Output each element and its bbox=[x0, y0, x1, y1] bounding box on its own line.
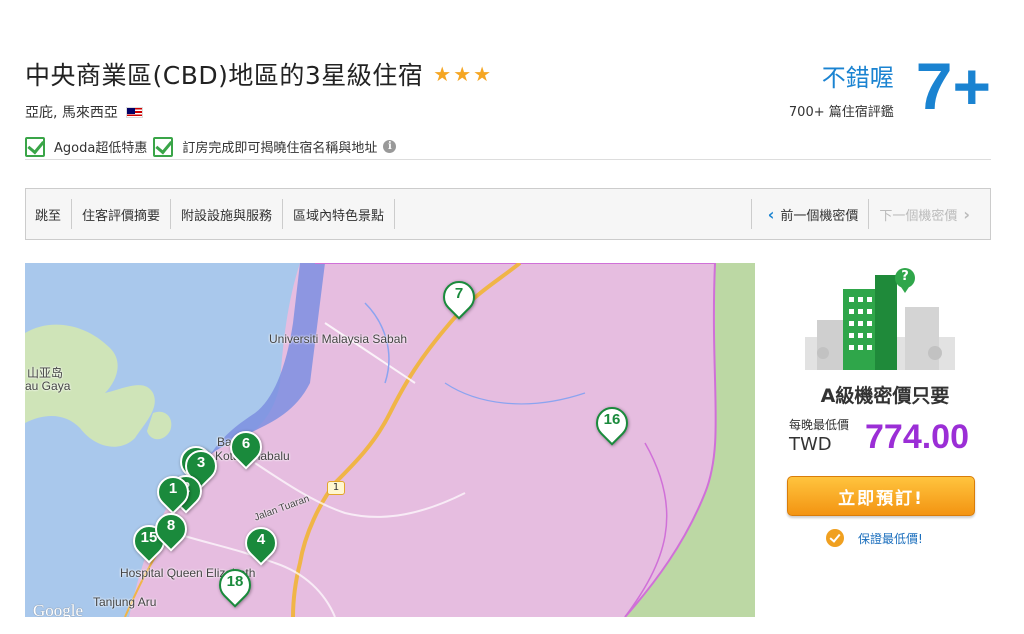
chevron-left-icon: ‹ bbox=[767, 204, 775, 224]
hotel-title: 中央商業區(CBD)地區的3星級住宿 bbox=[25, 61, 424, 90]
nav-jump-to-label: 跳至 bbox=[26, 199, 73, 229]
checkbox-icon bbox=[153, 136, 174, 157]
google-logo: Google bbox=[33, 601, 84, 617]
feature-agoda-deal: Agoda超低特惠 bbox=[25, 136, 148, 157]
pin-number: 7 bbox=[454, 285, 464, 302]
hotel-header: 中央商業區(CBD)地區的3星級住宿 ★ ★ ★ 亞庇, 馬來西亞 不錯喔 70… bbox=[25, 49, 991, 126]
best-price-guarantee-link[interactable]: 保證最低價! bbox=[826, 529, 923, 547]
nav-link-facilities[interactable]: 附設設施與服務 bbox=[171, 199, 284, 229]
pin-number: 6 bbox=[241, 435, 251, 452]
feature-reveal-after-booking: 訂房完成即可揭曉住宿名稱與地址 i bbox=[153, 136, 397, 157]
pin-number: 8 bbox=[166, 517, 176, 534]
next-deal-label: 下一個機密價 bbox=[879, 208, 958, 224]
nav-link-reviews[interactable]: 住客評價摘要 bbox=[72, 199, 172, 229]
star-icon: ★ bbox=[453, 62, 472, 86]
prev-deal-button[interactable]: ‹ 前一個機密價 bbox=[750, 199, 869, 229]
map-pin-4[interactable]: 4 bbox=[238, 520, 284, 567]
map-label-tanjung-aru: Tanjung Aru bbox=[93, 595, 157, 609]
question-mark-icon: ? bbox=[901, 269, 909, 284]
pin-number: 3 bbox=[196, 454, 206, 471]
pin-number: 16 bbox=[603, 411, 621, 428]
feature-label: Agoda超低特惠 bbox=[54, 141, 148, 156]
nav-link-attractions[interactable]: 區域內特色景點 bbox=[283, 199, 396, 229]
map-pin-8[interactable]: 8 bbox=[148, 506, 194, 553]
book-now-button[interactable]: 立即預訂! bbox=[787, 476, 975, 516]
pin-number: 18 bbox=[226, 573, 244, 590]
guarantee-check-icon bbox=[826, 529, 844, 547]
star-rating: ★ ★ ★ bbox=[433, 64, 491, 84]
secret-deal-panel: ? A級機密價只要 每晚最低價 TWD 774.00 立即預訂! 保證最低價! bbox=[780, 263, 990, 563]
prev-deal-label: 前一個機密價 bbox=[780, 208, 859, 224]
hidden-hotel-building-icon bbox=[805, 268, 955, 370]
feature-list: Agoda超低特惠 訂房完成即可揭曉住宿名稱與地址 i bbox=[25, 136, 991, 160]
section-nav: 跳至 住客評價摘要 附設設施與服務 區域內特色景點 ‹ 前一個機密價 下一個機密… bbox=[25, 188, 991, 240]
map-label-ums: Universiti Malaysia Sabah bbox=[269, 332, 408, 346]
pin-number: 4 bbox=[256, 531, 266, 548]
route-1-badge: 1 bbox=[327, 481, 345, 495]
map-pin-18[interactable]: 18 bbox=[212, 562, 258, 609]
star-icon: ★ bbox=[433, 62, 452, 86]
map-pin-6[interactable]: 6 bbox=[223, 424, 269, 471]
review-rating[interactable]: 不錯喔 700+ 篇住宿評鑑 7+ bbox=[789, 49, 991, 123]
rating-score: 7+ bbox=[915, 49, 991, 123]
price-currency: TWD bbox=[789, 434, 832, 455]
guarantee-label: 保證最低價! bbox=[858, 531, 923, 546]
area-map[interactable]: Universiti Malaysia Sabah 山亚岛 au Gaya Ba… bbox=[25, 263, 755, 617]
info-icon[interactable]: i bbox=[383, 140, 397, 153]
map-pin-7[interactable]: 7 bbox=[436, 274, 482, 321]
feature-label: 訂房完成即可揭曉住宿名稱與地址 bbox=[182, 141, 378, 156]
next-deal-button[interactable]: 下一個機密價 › bbox=[868, 199, 990, 229]
map-label-gaya: au Gaya bbox=[25, 379, 71, 393]
map-pin-16[interactable]: 16 bbox=[589, 400, 635, 447]
star-icon: ★ bbox=[473, 62, 492, 86]
chevron-right-icon: › bbox=[963, 204, 970, 224]
map-pin-1[interactable]: 1 bbox=[150, 469, 196, 516]
rating-text: 不錯喔 700+ 篇住宿評鑑 bbox=[789, 58, 894, 120]
malaysia-flag-icon bbox=[125, 106, 143, 118]
checkbox-icon bbox=[25, 136, 45, 157]
pin-number: 1 bbox=[168, 480, 178, 497]
review-count: 700+ 篇住宿評鑑 bbox=[788, 105, 894, 120]
rating-word: 不錯喔 bbox=[821, 64, 894, 92]
deal-price: 774.00 bbox=[865, 418, 969, 456]
deal-heading: A級機密價只要 bbox=[820, 385, 950, 407]
price-per-night-label: 每晚最低價 bbox=[789, 418, 850, 432]
hotel-location: 亞庇, 馬來西亞 bbox=[25, 105, 118, 121]
